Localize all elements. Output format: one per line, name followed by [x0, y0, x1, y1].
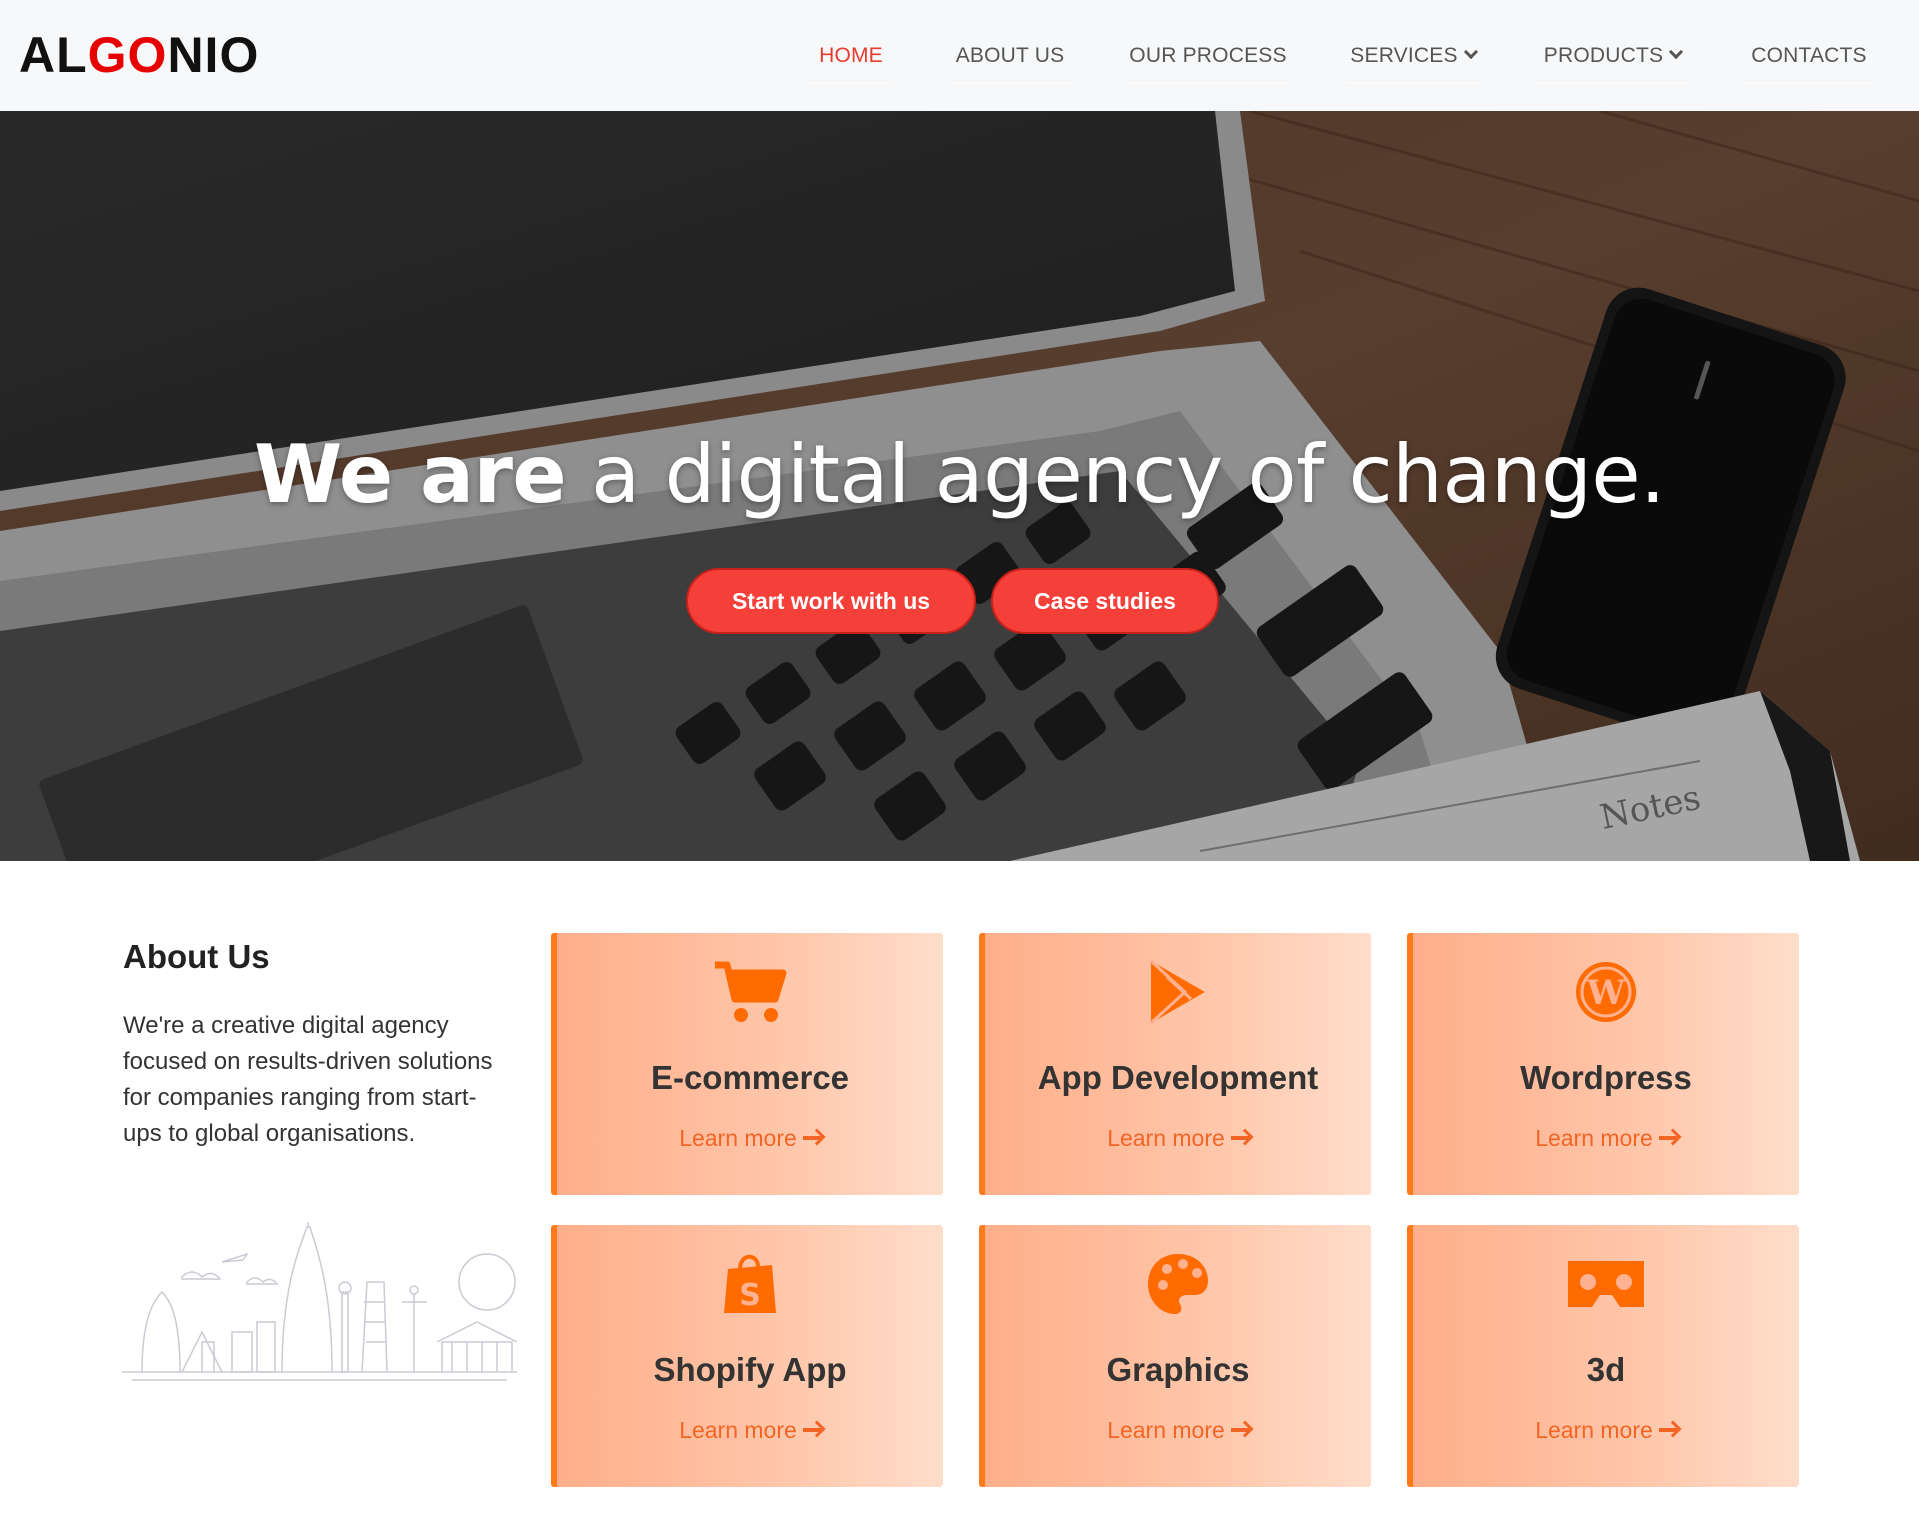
nav-services[interactable]: SERVICES	[1345, 40, 1481, 84]
arrow-right-icon	[1658, 1135, 1677, 1140]
nav-contacts-label: CONTACTS	[1751, 44, 1867, 67]
hero-section: Notes We are a digital agency of change.…	[0, 111, 1919, 861]
service-card-ecommerce[interactable]: E-commerce Learn more	[551, 933, 943, 1195]
navbar: ALGONIO HOME ABOUT US OUR PROCESS SERVIC…	[0, 0, 1919, 111]
wordpress-icon: W	[1576, 962, 1636, 1022]
arrow-right-icon	[802, 1135, 821, 1140]
service-title: Graphics	[1106, 1351, 1250, 1388]
nav-home[interactable]: HOME	[808, 40, 894, 84]
nav-process-label: OUR PROCESS	[1129, 44, 1287, 67]
case-studies-button[interactable]: Case studies	[991, 568, 1219, 634]
service-title: 3d	[1586, 1351, 1626, 1388]
learn-more-link[interactable]: Learn more	[1413, 1417, 1799, 1444]
brand-part-2: GO	[87, 27, 168, 83]
cart-icon	[715, 961, 787, 1022]
hero-title-light: a digital agency of change.	[591, 428, 1666, 521]
learn-more-label: Learn more	[1107, 1417, 1225, 1443]
about-title: About Us	[123, 938, 270, 975]
service-card-graphics[interactable]: Graphics Learn more	[979, 1225, 1371, 1487]
learn-more-link[interactable]: Learn more	[557, 1125, 943, 1152]
brand-part-1: AL	[19, 27, 88, 83]
brand-logo[interactable]: ALGONIO	[19, 30, 259, 80]
vr-headset-icon	[1568, 1261, 1644, 1307]
about-text: We're a creative digital agency focused …	[123, 1012, 493, 1147]
arrow-right-icon	[802, 1427, 821, 1432]
city-skyline-illustration	[122, 1222, 517, 1381]
arrow-right-icon	[1230, 1427, 1249, 1432]
learn-more-label: Learn more	[679, 1125, 797, 1151]
brand-part-3: NIO	[167, 27, 260, 83]
service-card-shopify-app[interactable]: S Shopify App Learn more	[551, 1225, 943, 1487]
learn-more-link[interactable]: Learn more	[557, 1417, 943, 1444]
service-card-app-development[interactable]: App Development Learn more	[979, 933, 1371, 1195]
service-title: App Development	[1037, 1059, 1319, 1096]
learn-more-link[interactable]: Learn more	[985, 1125, 1371, 1152]
service-title: E-commerce	[650, 1059, 850, 1096]
chevron-down-icon	[1669, 44, 1684, 60]
learn-more-label: Learn more	[1107, 1125, 1225, 1151]
service-card-3d[interactable]: 3d Learn more	[1407, 1225, 1799, 1487]
hero-title: We are a digital agency of change.	[0, 431, 1919, 519]
hero-title-strong: We are	[253, 428, 567, 521]
chevron-down-icon	[1463, 44, 1478, 60]
learn-more-label: Learn more	[1535, 1417, 1653, 1443]
nav-about-label: ABOUT US	[955, 44, 1065, 67]
nav-products-label: PRODUCTS	[1543, 44, 1664, 67]
learn-more-link[interactable]: Learn more	[985, 1417, 1371, 1444]
learn-more-link[interactable]: Learn more	[1413, 1125, 1799, 1152]
nav-about-us[interactable]: ABOUT US	[948, 40, 1072, 84]
learn-more-label: Learn more	[1535, 1125, 1653, 1151]
nav-contacts[interactable]: CONTACTS	[1744, 40, 1874, 84]
nav-home-label: HOME	[819, 44, 883, 67]
service-title: Wordpress	[1520, 1059, 1692, 1096]
service-card-wordpress[interactable]: W Wordpress Learn more	[1407, 933, 1799, 1195]
nav-products[interactable]: PRODUCTS	[1535, 40, 1690, 84]
palette-icon	[1148, 1254, 1208, 1314]
start-work-button[interactable]: Start work with us	[686, 568, 976, 634]
arrow-right-icon	[1658, 1427, 1677, 1432]
svg-text:W: W	[1586, 973, 1626, 1013]
learn-more-label: Learn more	[679, 1417, 797, 1443]
svg-text:S: S	[739, 1278, 761, 1313]
nav-our-process[interactable]: OUR PROCESS	[1127, 40, 1289, 84]
play-store-icon	[1149, 959, 1205, 1025]
service-title: Shopify App	[653, 1351, 847, 1388]
nav-services-label: SERVICES	[1350, 44, 1458, 67]
shopify-icon: S	[724, 1254, 776, 1313]
arrow-right-icon	[1230, 1135, 1249, 1140]
